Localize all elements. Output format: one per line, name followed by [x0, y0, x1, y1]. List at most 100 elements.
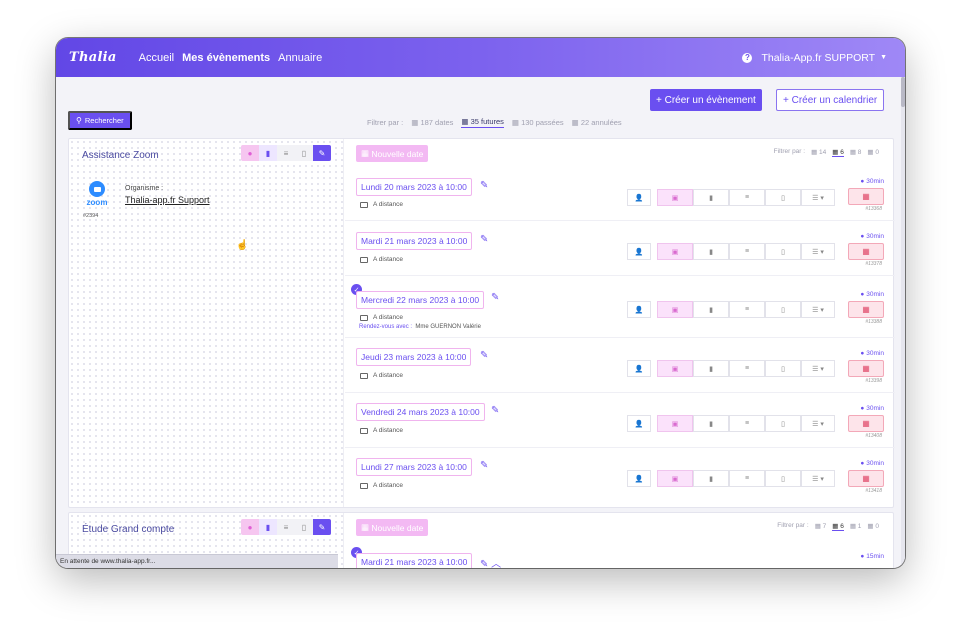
account-menu[interactable]: ? Thalia-App.fr SUPPORT ▼ — [742, 38, 887, 77]
question-circle-icon[interactable]: ? — [742, 52, 753, 63]
add-participant-icon[interactable]: 👤 — [627, 189, 651, 206]
document-icon[interactable]: ▯ — [765, 189, 801, 206]
date-button[interactable]: Jeudi 23 mars 2023 à 10:00 — [356, 348, 472, 366]
menu-dropdown-icon[interactable]: ☰ ▾ — [801, 243, 835, 260]
app-logo[interactable]: Thalia — [69, 50, 117, 65]
list-icon[interactable]: ≡ — [729, 243, 765, 260]
add-participant-icon[interactable]: 👤 — [627, 415, 651, 432]
date-button[interactable]: Lundi 20 mars 2023 à 10:00 — [356, 178, 472, 196]
document-icon[interactable]: ▯ — [765, 415, 801, 432]
filter-all[interactable]: ▦ 7 — [815, 522, 827, 531]
cancel-date-button[interactable]: ▦ — [848, 243, 884, 260]
filter-future-dates[interactable]: ▦ 35 futures — [461, 117, 504, 128]
add-participant-icon[interactable]: 👤 — [627, 301, 651, 318]
calendar-view-icon[interactable]: ▣ — [657, 360, 693, 377]
filter-cancelled[interactable]: ▦ 0 — [867, 522, 879, 531]
calendar-icon[interactable]: ▮ — [259, 145, 277, 161]
document-icon[interactable]: ▯ — [765, 301, 801, 318]
trash-calendar-icon[interactable]: ▮ — [693, 301, 729, 318]
filter-past-dates[interactable]: ▦ 130 passées — [512, 118, 564, 127]
trash-calendar-icon[interactable]: ▮ — [693, 360, 729, 377]
edit-date-icon[interactable]: ✎ — [480, 234, 488, 245]
document-icon[interactable]: ▯ — [765, 470, 801, 487]
video-camera-icon — [89, 181, 105, 197]
trash-calendar-icon[interactable]: ▮ — [693, 189, 729, 206]
toggle-icon[interactable]: ● — [241, 145, 259, 161]
menu-dropdown-icon[interactable]: ☰ ▾ — [801, 189, 835, 206]
row-actions: 👤 ▣ ▮ ≡ ▯ ☰ ▾ — [627, 360, 835, 377]
toggle-icon[interactable]: ● — [241, 519, 259, 535]
create-calendar-button[interactable]: + Créer un calendrier — [776, 89, 885, 111]
edit-icon[interactable]: ✎ — [313, 145, 331, 161]
nav-mes-evenements[interactable]: Mes évènements — [182, 52, 270, 64]
date-button[interactable]: Vendredi 24 mars 2023 à 10:00 — [356, 403, 485, 421]
filter-future[interactable]: ▦ 6 — [832, 148, 844, 157]
new-date-button[interactable]: ▦ Nouvelle date — [356, 145, 429, 162]
edit-date-icon[interactable]: ✎ — [491, 405, 499, 416]
edit-icon[interactable]: ✎ — [313, 519, 331, 535]
document-icon[interactable]: ▯ — [765, 243, 801, 260]
calendar-view-icon[interactable]: ▣ — [657, 243, 693, 260]
list-icon[interactable]: ≡ — [729, 360, 765, 377]
date-row: Lundi 20 mars 2023 à 10:00 ✎ A distance … — [345, 169, 895, 221]
cancel-date-button[interactable]: ▦ — [848, 415, 884, 432]
filter-all[interactable]: ▦ 14 — [811, 148, 826, 157]
date-button[interactable]: Mardi 21 mars 2023 à 10:00 — [356, 232, 473, 250]
edit-date-icon[interactable]: ✎ — [480, 180, 488, 191]
list-icon[interactable]: ≡ — [729, 189, 765, 206]
nav-annuaire[interactable]: Annuaire — [278, 52, 322, 64]
browser-window: Thalia Accueil Mes évènements Annuaire ?… — [56, 38, 905, 568]
event-title[interactable]: Étude Grand compte — [82, 524, 174, 535]
cancel-date-button[interactable]: ▦ — [848, 470, 884, 487]
date-button[interactable]: Mercredi 22 mars 2023 à 10:00 — [356, 291, 485, 309]
list-icon[interactable]: ≡ — [277, 519, 295, 535]
calendar-view-icon[interactable]: ▣ — [657, 470, 693, 487]
date-id: #13368 — [865, 206, 882, 212]
menu-dropdown-icon[interactable]: ☰ ▾ — [801, 301, 835, 318]
document-icon[interactable]: ▯ — [765, 360, 801, 377]
cancel-date-button[interactable]: ▦ — [848, 360, 884, 377]
cancel-date-button[interactable]: ▦ — [848, 301, 884, 318]
organisme-link[interactable]: Thalia-app.fr Support — [125, 195, 210, 205]
nav-accueil[interactable]: Accueil — [139, 52, 174, 64]
cancel-date-button[interactable]: ▦ — [848, 188, 884, 205]
clock-icon: ● — [860, 460, 865, 467]
list-icon[interactable]: ≡ — [729, 415, 765, 432]
list-icon[interactable]: ≡ — [729, 301, 765, 318]
calendar-view-icon[interactable]: ▣ — [657, 415, 693, 432]
calendar-icon[interactable]: ▮ — [259, 519, 277, 535]
search-button[interactable]: ⚲ Rechercher — [68, 111, 132, 130]
add-participant-icon[interactable]: 👤 — [627, 243, 651, 260]
chevron-down-icon: ▼ — [880, 54, 887, 61]
filter-cancelled[interactable]: ▦ 0 — [867, 148, 879, 157]
date-button[interactable]: Lundi 27 mars 2023 à 10:00 — [356, 458, 472, 476]
list-icon[interactable]: ≡ — [277, 145, 295, 161]
menu-dropdown-icon[interactable]: ☰ ▾ — [801, 415, 835, 432]
calendar-view-icon[interactable]: ▣ — [657, 189, 693, 206]
add-participant-icon[interactable]: 👤 — [627, 360, 651, 377]
list-icon[interactable]: ≡ — [729, 470, 765, 487]
new-date-button[interactable]: ▦ Nouvelle date — [356, 519, 429, 536]
filter-all-dates[interactable]: ▦ 187 dates — [411, 118, 453, 127]
event-title[interactable]: Assistance Zoom — [82, 150, 159, 161]
edit-date-icon[interactable]: ✎ — [480, 350, 488, 361]
filter-future[interactable]: ▦ 6 — [832, 522, 844, 531]
add-participant-icon[interactable]: 👤 — [627, 470, 651, 487]
trash-calendar-icon[interactable]: ▮ — [693, 415, 729, 432]
edit-date-icon[interactable]: ✎ ︿ — [480, 555, 501, 568]
document-icon[interactable]: ▯ — [295, 519, 313, 535]
page-scrollbar[interactable] — [901, 77, 905, 568]
document-icon[interactable]: ▯ — [295, 145, 313, 161]
filter-past[interactable]: ▦ 1 — [850, 522, 862, 531]
trash-calendar-icon[interactable]: ▮ — [693, 470, 729, 487]
date-button[interactable]: Mardi 21 mars 2023 à 10:00 — [356, 553, 473, 568]
edit-date-icon[interactable]: ✎ — [480, 460, 488, 471]
create-event-button[interactable]: + Créer un évènement — [650, 89, 762, 111]
edit-date-icon[interactable]: ✎ — [491, 292, 499, 303]
filter-cancelled-dates[interactable]: ▦ 22 annulées — [572, 118, 622, 127]
menu-dropdown-icon[interactable]: ☰ ▾ — [801, 470, 835, 487]
trash-calendar-icon[interactable]: ▮ — [693, 243, 729, 260]
menu-dropdown-icon[interactable]: ☰ ▾ — [801, 360, 835, 377]
filter-past[interactable]: ▦ 8 — [850, 148, 862, 157]
calendar-view-icon[interactable]: ▣ — [657, 301, 693, 318]
